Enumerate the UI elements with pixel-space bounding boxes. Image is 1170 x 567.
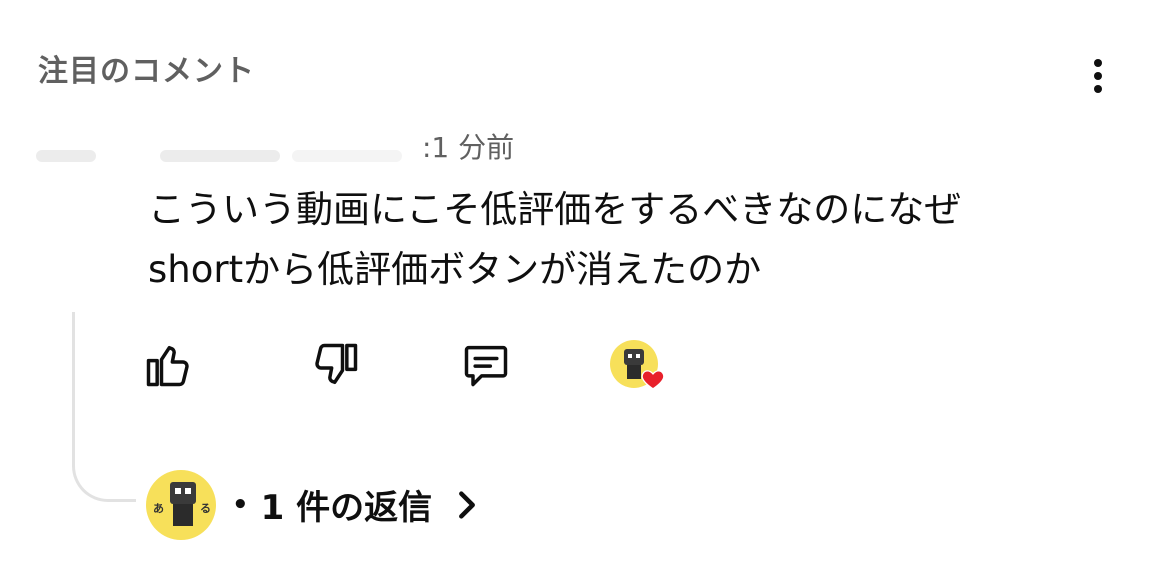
dislike-button[interactable] bbox=[306, 335, 366, 395]
chevron-right-icon bbox=[459, 490, 476, 519]
creator-heart-icon bbox=[640, 366, 666, 392]
thumb-down-icon bbox=[315, 343, 358, 385]
more-options-button[interactable] bbox=[1078, 54, 1118, 98]
comment-timestamp: :1 分前 bbox=[422, 131, 515, 164]
like-button[interactable] bbox=[138, 335, 198, 395]
author-avatar-obscured[interactable] bbox=[36, 150, 96, 162]
replies-count-label: 1 件の返信 bbox=[260, 488, 433, 528]
robot-eye bbox=[628, 354, 632, 358]
reply-author-avatar[interactable]: あ る bbox=[146, 470, 216, 540]
avatar-char-left: あ bbox=[153, 502, 164, 515]
view-replies-button[interactable]: • 1 件の返信 bbox=[228, 480, 480, 529]
more-options-dot bbox=[1094, 59, 1102, 67]
robot-eye bbox=[175, 488, 181, 494]
comment-reply-icon bbox=[464, 345, 508, 387]
author-handle-obscured bbox=[292, 150, 402, 162]
robot-head bbox=[624, 349, 644, 365]
section-title: 注目のコメント bbox=[38, 54, 255, 89]
replies-separator: • bbox=[232, 489, 249, 520]
robot-body bbox=[173, 504, 193, 526]
thumb-up-icon bbox=[146, 345, 189, 387]
more-options-dot bbox=[1094, 72, 1102, 80]
thread-connector-line bbox=[72, 312, 136, 502]
more-options-dot bbox=[1094, 85, 1102, 93]
robot-head bbox=[170, 482, 196, 504]
robot-body bbox=[627, 365, 641, 379]
avatar-char-right: る bbox=[200, 502, 211, 515]
robot-eye bbox=[636, 354, 640, 358]
comment-body: こういう動画にこそ低評価をするべきなのになぜ shortから低評価ボタンが消えた… bbox=[148, 188, 962, 291]
reply-button[interactable] bbox=[456, 335, 516, 395]
author-name-obscured[interactable] bbox=[160, 150, 280, 162]
robot-eye bbox=[185, 488, 191, 494]
